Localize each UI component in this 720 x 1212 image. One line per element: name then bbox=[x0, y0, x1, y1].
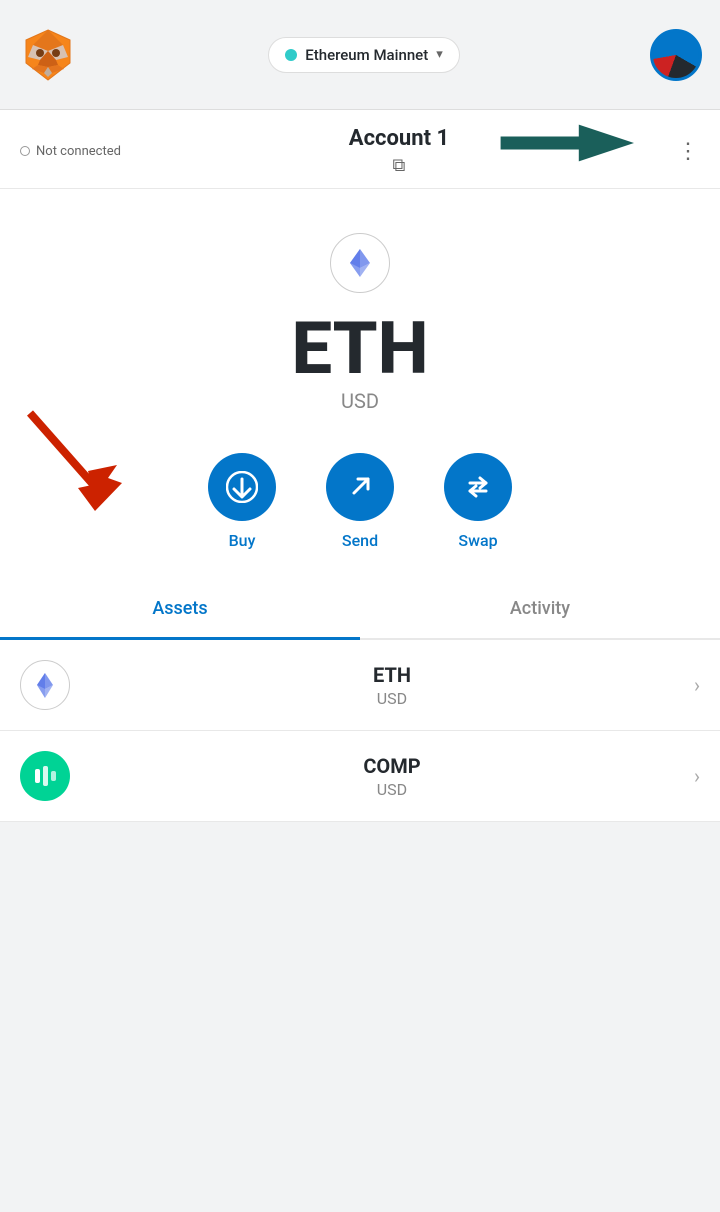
connection-status: Not connected bbox=[20, 144, 121, 159]
comp-usd: USD bbox=[90, 780, 694, 799]
comp-chevron-right-icon: › bbox=[694, 764, 700, 788]
not-connected-label: Not connected bbox=[36, 144, 121, 159]
eth-usd: USD bbox=[90, 689, 694, 708]
top-bar: Ethereum Mainnet ▾ bbox=[0, 0, 720, 110]
send-button[interactable] bbox=[326, 453, 394, 521]
swap-label: Swap bbox=[458, 531, 497, 550]
eth-chevron-right-icon: › bbox=[694, 673, 700, 697]
eth-asset-icon bbox=[20, 660, 70, 710]
swap-button[interactable] bbox=[444, 453, 512, 521]
chevron-down-icon: ▾ bbox=[436, 47, 443, 62]
network-name-label: Ethereum Mainnet bbox=[305, 46, 428, 64]
comp-asset-icon bbox=[20, 751, 70, 801]
comp-symbol: COMP bbox=[90, 754, 694, 778]
eth-amount: ETH bbox=[292, 313, 429, 385]
send-label: Send bbox=[342, 531, 378, 550]
asset-item-eth[interactable]: ETH USD › bbox=[0, 640, 720, 731]
account-avatar[interactable] bbox=[650, 29, 702, 81]
more-options-button[interactable]: ⋮ bbox=[677, 139, 700, 164]
action-buttons: Buy Send Swap bbox=[20, 453, 700, 550]
account-header: Not connected Account 1 ⧉ ⋮ bbox=[0, 110, 720, 189]
send-action: Send bbox=[326, 453, 394, 550]
eth-logo-icon bbox=[330, 233, 390, 293]
red-arrow-annotation-icon bbox=[10, 403, 140, 523]
annotation-arrow-icon bbox=[490, 120, 640, 166]
tab-activity[interactable]: Activity bbox=[360, 580, 720, 638]
buy-button[interactable] bbox=[208, 453, 276, 521]
buy-label: Buy bbox=[229, 531, 256, 550]
comp-asset-info: COMP USD bbox=[90, 754, 694, 799]
asset-item-comp[interactable]: COMP USD › bbox=[0, 731, 720, 822]
network-selector[interactable]: Ethereum Mainnet ▾ bbox=[268, 37, 459, 73]
eth-symbol: ETH bbox=[90, 663, 694, 687]
buy-action: Buy bbox=[208, 453, 276, 550]
network-status-dot bbox=[285, 49, 297, 61]
tabs: Assets Activity bbox=[0, 580, 720, 640]
tab-assets[interactable]: Assets bbox=[0, 580, 360, 640]
swap-action: Swap bbox=[444, 453, 512, 550]
metamask-logo-icon bbox=[18, 25, 78, 85]
eth-asset-info: ETH USD bbox=[90, 663, 694, 708]
usd-value: USD bbox=[341, 389, 379, 413]
asset-list: ETH USD › COMP USD › bbox=[0, 640, 720, 822]
main-content: ETH USD Buy bbox=[0, 189, 720, 640]
copy-address-icon[interactable]: ⧉ bbox=[393, 155, 406, 176]
not-connected-icon bbox=[20, 146, 30, 156]
